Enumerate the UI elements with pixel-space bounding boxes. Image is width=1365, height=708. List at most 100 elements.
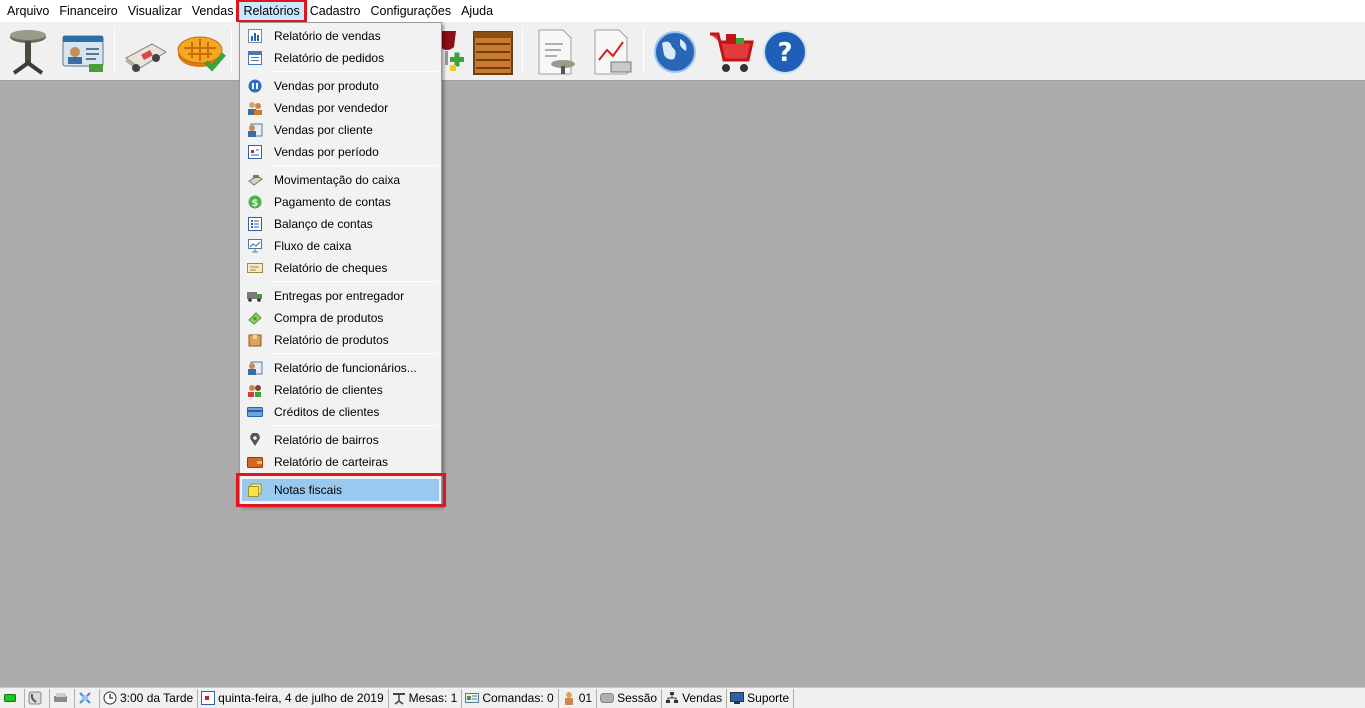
product-circle-icon	[247, 78, 263, 94]
menu-item-balanco-contas[interactable]: Balanço de contas	[242, 213, 439, 235]
hierarchy-icon	[665, 691, 679, 705]
status-date-label: quinta-feira, 4 de julho de 2019	[218, 691, 384, 705]
menu-item-vendas-periodo[interactable]: Vendas por período	[242, 141, 439, 163]
status-vendas-label: Vendas	[682, 691, 723, 705]
menu-configuracoes[interactable]: Configurações	[365, 1, 456, 21]
menu-arquivo[interactable]: Arquivo	[2, 1, 54, 21]
table-icon	[392, 691, 406, 705]
box-icon	[247, 332, 263, 348]
help-button[interactable]: ?	[760, 26, 810, 78]
workspace	[0, 82, 1365, 687]
menu-vendas[interactable]: Vendas	[187, 1, 239, 21]
status-date: quinta-feira, 4 de julho de 2019	[198, 688, 389, 708]
menu-item-vendas-cliente[interactable]: Vendas por cliente	[242, 119, 439, 141]
computer-icon	[730, 691, 745, 705]
status-mesas-label: Mesas: 1	[408, 691, 458, 705]
sellers-icon	[247, 100, 263, 116]
presentation-chart-icon	[247, 238, 263, 254]
menu-item-vendas-vendedor[interactable]: Vendas por vendedor	[242, 97, 439, 119]
pie-button[interactable]	[176, 26, 226, 78]
location-pin-icon	[247, 432, 263, 448]
menu-item-creditos-clientes[interactable]: Créditos de clientes	[242, 401, 439, 423]
status-session-label: Sessão	[617, 691, 658, 705]
list-window-icon	[247, 50, 263, 66]
svg-text:?: ?	[777, 38, 792, 68]
menu-separator	[270, 353, 438, 354]
pie-check-icon	[177, 36, 226, 72]
calendar-icon	[247, 144, 263, 160]
user-icon	[562, 691, 576, 705]
session-icon	[600, 691, 615, 705]
menu-item-entregas-entregador[interactable]: Entregas por entregador	[242, 285, 439, 307]
menu-bar: Arquivo Financeiro Visualizar Vendas Rel…	[0, 0, 1365, 23]
status-session: Sessão	[597, 688, 663, 708]
menu-item-vendas-produto[interactable]: Vendas por produto	[242, 75, 439, 97]
employee-card-icon	[247, 360, 263, 376]
status-user: 01	[559, 688, 598, 708]
report-table-button[interactable]	[530, 26, 580, 78]
menu-cadastro[interactable]: Cadastro	[305, 1, 366, 21]
customer-card-icon	[62, 35, 104, 72]
network-icon	[78, 691, 92, 705]
help-icon: ?	[763, 30, 807, 74]
status-vendas: Vendas	[662, 688, 728, 708]
menu-item-relatorio-cheques[interactable]: Relatório de cheques	[242, 257, 439, 279]
calendar-icon	[201, 691, 216, 705]
shopping-cart-button[interactable]	[706, 26, 756, 78]
crate-button[interactable]	[468, 26, 518, 78]
menu-item-compra-produtos[interactable]: Compra de produtos	[242, 307, 439, 329]
menu-item-relatorio-clientes[interactable]: Relatório de clientes	[242, 379, 439, 401]
globe-button[interactable]	[650, 26, 700, 78]
menu-item-relatorio-pedidos[interactable]: Relatório de pedidos	[242, 47, 439, 69]
credit-icon	[247, 404, 263, 420]
status-mesas: Mesas: 1	[389, 688, 463, 708]
menu-item-pagamento-contas[interactable]: $ Pagamento de contas	[242, 191, 439, 213]
delivery-truck-icon	[125, 43, 167, 72]
menu-financeiro[interactable]: Financeiro	[54, 1, 122, 21]
menu-ajuda[interactable]: Ajuda	[456, 1, 498, 21]
menu-visualizar[interactable]: Visualizar	[123, 1, 187, 21]
client-card-icon	[247, 122, 263, 138]
menu-relatorios[interactable]: Relatórios	[236, 0, 307, 23]
menu-item-relatorio-funcionarios[interactable]: Relatório de funcionários...	[242, 357, 439, 379]
highlight-annotation	[236, 473, 446, 507]
menu-separator	[270, 71, 438, 72]
status-time: 3:00 da Tarde	[100, 688, 199, 708]
menu-item-relatorio-vendas[interactable]: Relatório de vendas	[242, 25, 439, 47]
shopping-cart-icon	[710, 32, 754, 72]
status-suporte-label: Suporte	[747, 691, 790, 705]
status-network	[75, 688, 100, 708]
report-table-icon	[538, 29, 575, 75]
phone-icon	[28, 691, 42, 705]
status-time-label: 3:00 da Tarde	[120, 691, 194, 705]
bar-chart-icon	[247, 28, 263, 44]
dollar-coin-icon: $	[247, 194, 263, 210]
report-chart-icon	[594, 29, 632, 75]
table-icon	[10, 30, 46, 75]
toolbar: ?	[0, 22, 1365, 81]
menu-separator	[270, 281, 438, 282]
menu-item-relatorio-produtos[interactable]: Relatório de produtos	[242, 329, 439, 351]
customer-card-button[interactable]	[58, 26, 108, 78]
menu-separator	[270, 425, 438, 426]
table-button[interactable]	[3, 26, 53, 78]
report-chart-button[interactable]	[586, 26, 636, 78]
toolbar-separator	[231, 28, 232, 74]
status-printer	[50, 688, 75, 708]
menu-item-relatorio-carteiras[interactable]: Relatório de carteiras	[242, 451, 439, 473]
truck-icon	[247, 288, 263, 304]
toolbar-separator	[643, 28, 644, 74]
menu-item-movimentacao-caixa[interactable]: Movimentação do caixa	[242, 169, 439, 191]
menu-item-relatorio-bairros[interactable]: Relatório de bairros	[242, 429, 439, 451]
globe-icon	[654, 31, 696, 73]
delivery-button[interactable]	[121, 26, 171, 78]
menu-item-fluxo-caixa[interactable]: Fluxo de caixa	[242, 235, 439, 257]
status-phone	[25, 688, 50, 708]
status-comandas-label: Comandas: 0	[482, 691, 554, 705]
status-user-label: 01	[578, 691, 593, 705]
status-bar: 3:00 da Tarde quinta-feira, 4 de julho d…	[0, 687, 1365, 708]
status-suporte: Suporte	[727, 688, 795, 708]
order-ticket-icon	[465, 691, 480, 705]
printer-icon	[53, 691, 67, 705]
svg-text:$: $	[252, 198, 259, 209]
